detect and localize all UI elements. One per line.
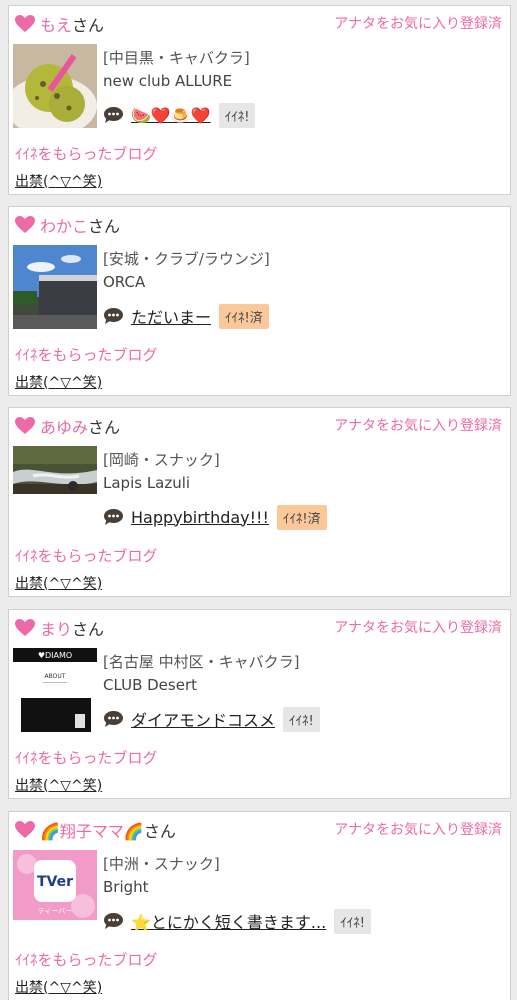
- user-name-link[interactable]: 🌈翔子ママ🌈: [40, 818, 144, 842]
- heart-icon: [15, 216, 35, 233]
- shop-area: [中目黒・キャバクラ]: [103, 49, 250, 67]
- card-header: わかこ さん: [15, 212, 120, 238]
- iine-button[interactable]: ｲｲﾈ!: [218, 102, 256, 128]
- card-header: まり さん: [15, 615, 104, 641]
- shop-info: [安城・クラブ/ラウンジ] ORCA: [103, 248, 270, 294]
- user-suffix: さん: [72, 620, 105, 639]
- blog-title-link[interactable]: ダイアモンドコスメ: [131, 707, 275, 731]
- favorite-status: アナタをお気に入り登録済: [334, 620, 502, 636]
- user-suffix: さん: [88, 217, 121, 236]
- liked-blog-link[interactable]: ｲｲﾈをもらったブログ: [15, 344, 158, 365]
- blog-title-link[interactable]: ただいまー: [131, 304, 211, 328]
- liked-blog-link[interactable]: ｲｲﾈをもらったブログ: [15, 747, 158, 768]
- shop-name: Bright: [103, 878, 149, 896]
- user-suffix: さん: [143, 822, 176, 841]
- ban-link[interactable]: 出禁(^▽^笑): [15, 775, 102, 795]
- blog-title-link[interactable]: Happybirthday!!!: [131, 508, 269, 527]
- user-name-link[interactable]: まり: [40, 616, 72, 640]
- blog-title-link[interactable]: 🍉❤️🍮❤️: [131, 106, 211, 125]
- post-card: もえ さん アナタをお気に入り登録済 [中目黒・キャバクラ] new club A…: [8, 5, 511, 195]
- comment-bubble-icon: [104, 107, 123, 123]
- post-thumbnail[interactable]: ♥DIAMO ABOUT: [13, 648, 97, 732]
- post-message-row: ただいまー ｲｲﾈ!済: [103, 303, 269, 329]
- ban-link[interactable]: 出禁(^▽^笑): [15, 977, 102, 997]
- card-header: あゆみ さん: [15, 413, 120, 439]
- shop-info: [岡崎・スナック] Lapis Lazuli: [103, 449, 220, 495]
- heart-icon: [15, 821, 35, 838]
- thumb-logo-text: TVer: [37, 874, 73, 890]
- user-name-link[interactable]: もえ: [40, 12, 72, 36]
- thumb-caption-text: ティーバー: [38, 907, 73, 915]
- stream-image: [13, 446, 97, 494]
- shop-info: [中目黒・キャバクラ] new club ALLURE: [103, 47, 250, 93]
- post-card: わかこさん [安城・クラブ/ラウンジ] ORCA ただいまー ｲｲﾈ!済 ｲｲ: [8, 206, 511, 396]
- heart-icon: [15, 619, 35, 636]
- heart-icon: [15, 15, 35, 32]
- ice-cream-image: [13, 44, 97, 128]
- blog-like-list: もえ さん アナタをお気に入り登録済 [中目黒・キャバクラ] new club A…: [0, 0, 517, 1000]
- liked-blog-link[interactable]: ｲｲﾈをもらったブログ: [15, 949, 158, 970]
- post-thumbnail[interactable]: [13, 446, 97, 494]
- iine-button[interactable]: ｲｲﾈ!: [334, 908, 371, 934]
- shop-area: [名古屋 中村区・キャバクラ]: [103, 653, 300, 671]
- shop-name: new club ALLURE: [103, 72, 233, 90]
- post-card: あゆみ さん アナタをお気に入り登録済 [岡崎・スナック] Lapis Lazul…: [8, 407, 511, 597]
- ban-link[interactable]: 出禁(^▽^笑): [15, 171, 102, 191]
- card-header: 🌈翔子ママ🌈 さん: [15, 817, 176, 843]
- comment-bubble-icon: [104, 308, 123, 324]
- post-message-row: ダイアモンドコスメ ｲｲﾈ!: [103, 706, 320, 732]
- post-message-row: 🍉❤️🍮❤️ ｲｲﾈ!: [103, 102, 256, 128]
- iine-done-button[interactable]: ｲｲﾈ!済: [276, 504, 327, 530]
- liked-blog-link[interactable]: ｲｲﾈをもらったブログ: [15, 143, 158, 164]
- thumb-logo-text: ♥DIAMO: [38, 651, 72, 660]
- shop-name: Lapis Lazuli: [103, 474, 191, 492]
- favorite-status: アナタをお気に入り登録済: [334, 16, 502, 32]
- post-message-row: ⭐とにかく短く書きます... ｲｲﾈ!: [103, 908, 371, 934]
- card-header: もえ さん: [15, 11, 104, 37]
- heart-icon: [15, 417, 35, 434]
- diamo-screenshot-image: ♥DIAMO ABOUT: [13, 648, 97, 732]
- comment-bubble-icon: [104, 711, 123, 727]
- post-thumbnail[interactable]: [13, 245, 97, 329]
- iine-done-button[interactable]: ｲｲﾈ!済: [219, 303, 269, 329]
- ban-link[interactable]: 出禁(^▽^笑): [15, 372, 102, 392]
- comment-bubble-icon: [104, 913, 123, 929]
- shop-name: CLUB Desert: [103, 676, 197, 694]
- favorite-status: アナタをお気に入り登録済: [334, 822, 502, 838]
- shop-info: [中洲・スナック] Bright: [103, 853, 220, 899]
- user-name-link[interactable]: わかこ: [40, 213, 88, 237]
- post-card: まり さん アナタをお気に入り登録済 ♥DIAMO ABOUT [名古屋 中村区・…: [8, 609, 511, 799]
- user-suffix: さん: [72, 16, 105, 35]
- post-card: 🌈翔子ママ🌈 さん アナタをお気に入り登録済 TVer ティーバー [中洲・スナッ…: [8, 811, 511, 1000]
- ban-link[interactable]: 出禁(^▽^笑): [15, 573, 102, 593]
- post-thumbnail[interactable]: TVer ティーバー: [13, 850, 97, 920]
- post-message-row: Happybirthday!!! ｲｲﾈ!済: [103, 504, 327, 530]
- iine-button[interactable]: ｲｲﾈ!: [283, 706, 320, 732]
- tver-logo-image: TVer ティーバー: [13, 850, 97, 920]
- shop-area: [中洲・スナック]: [103, 855, 220, 873]
- building-image: [13, 245, 97, 329]
- user-suffix: さん: [88, 418, 121, 437]
- shop-area: [安城・クラブ/ラウンジ]: [103, 250, 270, 268]
- shop-info: [名古屋 中村区・キャバクラ] CLUB Desert: [103, 651, 299, 697]
- thumb-about-text: ABOUT: [45, 673, 66, 680]
- liked-blog-link[interactable]: ｲｲﾈをもらったブログ: [15, 545, 158, 566]
- user-name-link[interactable]: あゆみ: [40, 414, 88, 438]
- favorite-status: アナタをお気に入り登録済: [334, 418, 502, 434]
- blog-title-link[interactable]: ⭐とにかく短く書きます...: [131, 909, 326, 933]
- comment-bubble-icon: [104, 509, 123, 525]
- shop-area: [岡崎・スナック]: [103, 451, 220, 469]
- post-thumbnail[interactable]: [13, 44, 97, 128]
- shop-name: ORCA: [103, 273, 146, 291]
